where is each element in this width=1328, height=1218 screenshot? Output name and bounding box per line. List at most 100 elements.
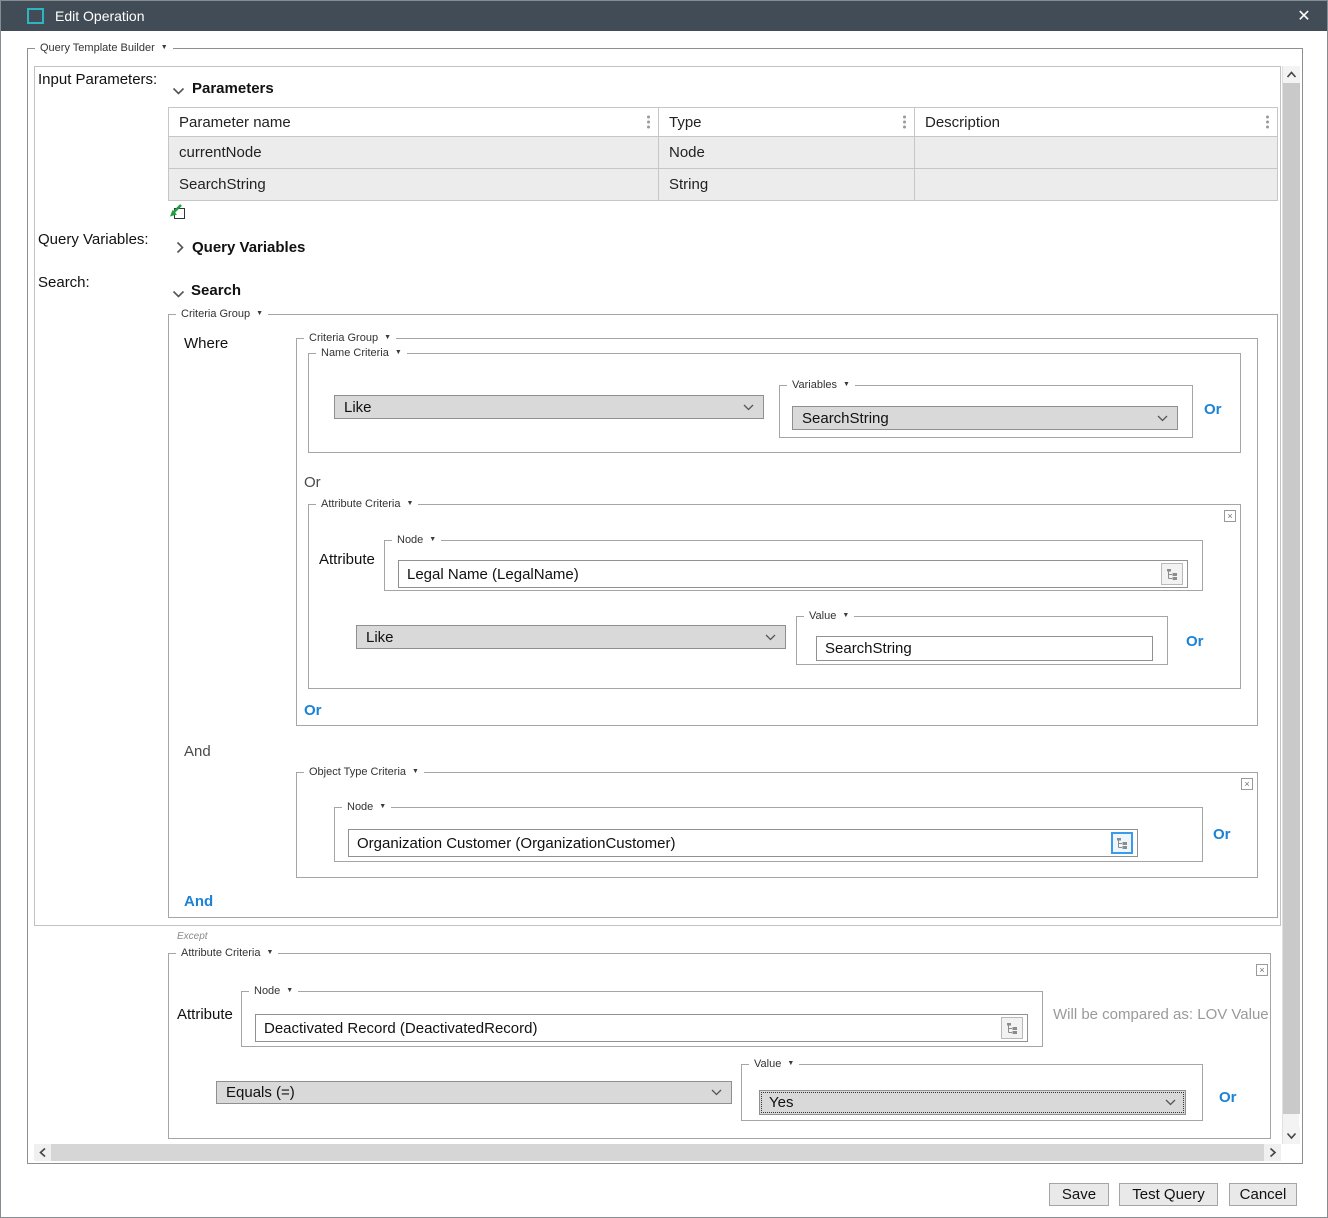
- column-header-parameter-name[interactable]: Parameter name: [169, 108, 659, 136]
- node-legend[interactable]: Node ▼: [249, 984, 298, 998]
- criteria-group-legend[interactable]: Criteria Group ▼: [176, 307, 268, 321]
- scroll-up-icon[interactable]: [1283, 66, 1300, 83]
- table-row[interactable]: currentNode Node: [169, 137, 1277, 169]
- legend-dropdown-icon: ▼: [395, 348, 402, 358]
- name-operator-select[interactable]: Like: [334, 395, 764, 419]
- value-legend[interactable]: Value ▼: [749, 1057, 799, 1071]
- chevron-down-icon: [711, 1089, 722, 1096]
- compare-as-note: Will be compared as: LOV Value: [1053, 1006, 1269, 1023]
- attribute-criteria-legend[interactable]: Attribute Criteria ▼: [316, 497, 418, 511]
- dialog-title: Edit Operation: [55, 1, 145, 31]
- query-template-builder-legend[interactable]: Query Template Builder ▼: [35, 41, 173, 55]
- test-query-button[interactable]: Test Query: [1119, 1183, 1218, 1206]
- chevron-down-icon: [1157, 415, 1168, 422]
- remove-criteria-icon[interactable]: ×: [1256, 964, 1268, 976]
- column-header-description[interactable]: Description: [915, 108, 1277, 136]
- node-picker-button[interactable]: [1161, 563, 1183, 585]
- chevron-down-icon[interactable]: [172, 83, 185, 101]
- chevron-right-icon[interactable]: [176, 241, 185, 259]
- cell-parameter-name[interactable]: currentNode: [169, 137, 659, 168]
- object-type-node-input[interactable]: Organization Customer (OrganizationCusto…: [348, 829, 1138, 857]
- table-row[interactable]: SearchString String: [169, 169, 1277, 201]
- object-type-or-link[interactable]: Or: [1213, 826, 1231, 843]
- cancel-button[interactable]: Cancel: [1229, 1183, 1297, 1206]
- column-menu-icon[interactable]: [647, 116, 650, 129]
- name-criteria-legend[interactable]: Name Criteria ▼: [316, 346, 407, 360]
- legend-dropdown-icon: ▼: [286, 986, 293, 996]
- query-variables-label: Query Variables:: [38, 231, 149, 248]
- attribute-criteria-legend[interactable]: Attribute Criteria ▼: [176, 946, 278, 960]
- remove-criteria-icon[interactable]: ×: [1224, 510, 1236, 522]
- cell-type[interactable]: String: [659, 169, 915, 200]
- horizontal-scrollbar-thumb[interactable]: [51, 1144, 1264, 1161]
- cell-parameter-name[interactable]: SearchString: [169, 169, 659, 200]
- search-section-header[interactable]: Search: [191, 282, 241, 299]
- and-separator: And: [184, 743, 211, 760]
- column-menu-icon[interactable]: [903, 116, 906, 129]
- legend-dropdown-icon: ▼: [256, 309, 263, 319]
- vertical-scrollbar[interactable]: [1282, 66, 1299, 1144]
- save-button[interactable]: Save: [1049, 1183, 1109, 1206]
- legend-dropdown-icon: ▼: [412, 767, 419, 777]
- tree-icon: [1005, 1021, 1019, 1035]
- attribute-operator-select[interactable]: Like: [356, 625, 786, 649]
- object-type-criteria-legend[interactable]: Object Type Criteria ▼: [304, 765, 424, 779]
- cell-type[interactable]: Node: [659, 137, 915, 168]
- add-parameter-icon[interactable]: [168, 202, 186, 220]
- tree-icon: [1115, 836, 1129, 850]
- value-input[interactable]: SearchString: [816, 636, 1153, 661]
- legend-dropdown-icon: ▼: [384, 333, 391, 343]
- chevron-down-icon: [765, 634, 776, 641]
- legend-dropdown-icon: ▼: [161, 43, 168, 53]
- node-legend[interactable]: Node ▼: [342, 800, 391, 814]
- legend-dropdown-icon: ▼: [843, 380, 850, 390]
- edit-operation-dialog: Edit Operation ✕ Query Template Builder …: [0, 0, 1328, 1218]
- titlebar: Edit Operation ✕: [1, 1, 1327, 31]
- query-variables-section-header[interactable]: Query Variables: [192, 239, 305, 256]
- column-menu-icon[interactable]: [1266, 116, 1269, 129]
- attribute-node-input[interactable]: Legal Name (LegalName): [398, 560, 1188, 588]
- scroll-left-icon[interactable]: [34, 1144, 51, 1161]
- except-value-select[interactable]: Yes: [759, 1090, 1186, 1115]
- chevron-down-icon[interactable]: [172, 286, 185, 304]
- value-legend[interactable]: Value ▼: [804, 609, 854, 623]
- legend-dropdown-icon: ▼: [266, 948, 273, 958]
- node-picker-button[interactable]: [1001, 1017, 1023, 1039]
- attribute-label: Attribute: [177, 1006, 233, 1023]
- scroll-right-icon[interactable]: [1264, 1144, 1281, 1161]
- legend-dropdown-icon: ▼: [379, 802, 386, 812]
- vertical-scrollbar-thumb[interactable]: [1283, 83, 1300, 1114]
- criteria-group-and-add-link[interactable]: And: [184, 893, 213, 910]
- parameters-table: Parameter name Type Description currentN…: [168, 107, 1278, 201]
- cell-description[interactable]: [915, 169, 1277, 200]
- column-header-type[interactable]: Type: [659, 108, 915, 136]
- close-icon[interactable]: ✕: [1289, 1, 1319, 31]
- horizontal-scrollbar[interactable]: [34, 1144, 1281, 1161]
- or-separator: Or: [304, 474, 321, 491]
- except-or-link[interactable]: Or: [1219, 1089, 1237, 1106]
- except-operator-select[interactable]: Equals (=): [216, 1081, 732, 1104]
- legend-dropdown-icon: ▼: [406, 499, 413, 509]
- variables-select[interactable]: SearchString: [792, 406, 1178, 430]
- remove-criteria-icon[interactable]: ×: [1241, 778, 1253, 790]
- cell-description[interactable]: [915, 137, 1277, 168]
- parameters-table-header-row: Parameter name Type Description: [169, 108, 1277, 137]
- except-label: Except: [177, 931, 208, 942]
- app-icon: [27, 8, 44, 24]
- tree-icon: [1165, 567, 1179, 581]
- inner-criteria-group-legend[interactable]: Criteria Group ▼: [304, 331, 396, 345]
- inner-group-or-add-link[interactable]: Or: [304, 702, 322, 719]
- node-legend[interactable]: Node ▼: [392, 533, 441, 547]
- attribute-label: Attribute: [319, 551, 375, 568]
- attribute-criteria-or-link[interactable]: Or: [1186, 633, 1204, 650]
- parameters-section-header[interactable]: Parameters: [192, 80, 274, 97]
- scroll-down-icon[interactable]: [1283, 1127, 1300, 1144]
- where-label: Where: [184, 335, 228, 352]
- node-picker-button[interactable]: [1111, 832, 1133, 854]
- input-parameters-label: Input Parameters:: [38, 71, 157, 88]
- legend-dropdown-icon: ▼: [787, 1059, 794, 1069]
- except-node-input[interactable]: Deactivated Record (DeactivatedRecord): [255, 1014, 1028, 1042]
- chevron-down-icon: [1165, 1099, 1176, 1106]
- variables-legend[interactable]: Variables ▼: [787, 378, 855, 392]
- name-criteria-or-link[interactable]: Or: [1204, 401, 1222, 418]
